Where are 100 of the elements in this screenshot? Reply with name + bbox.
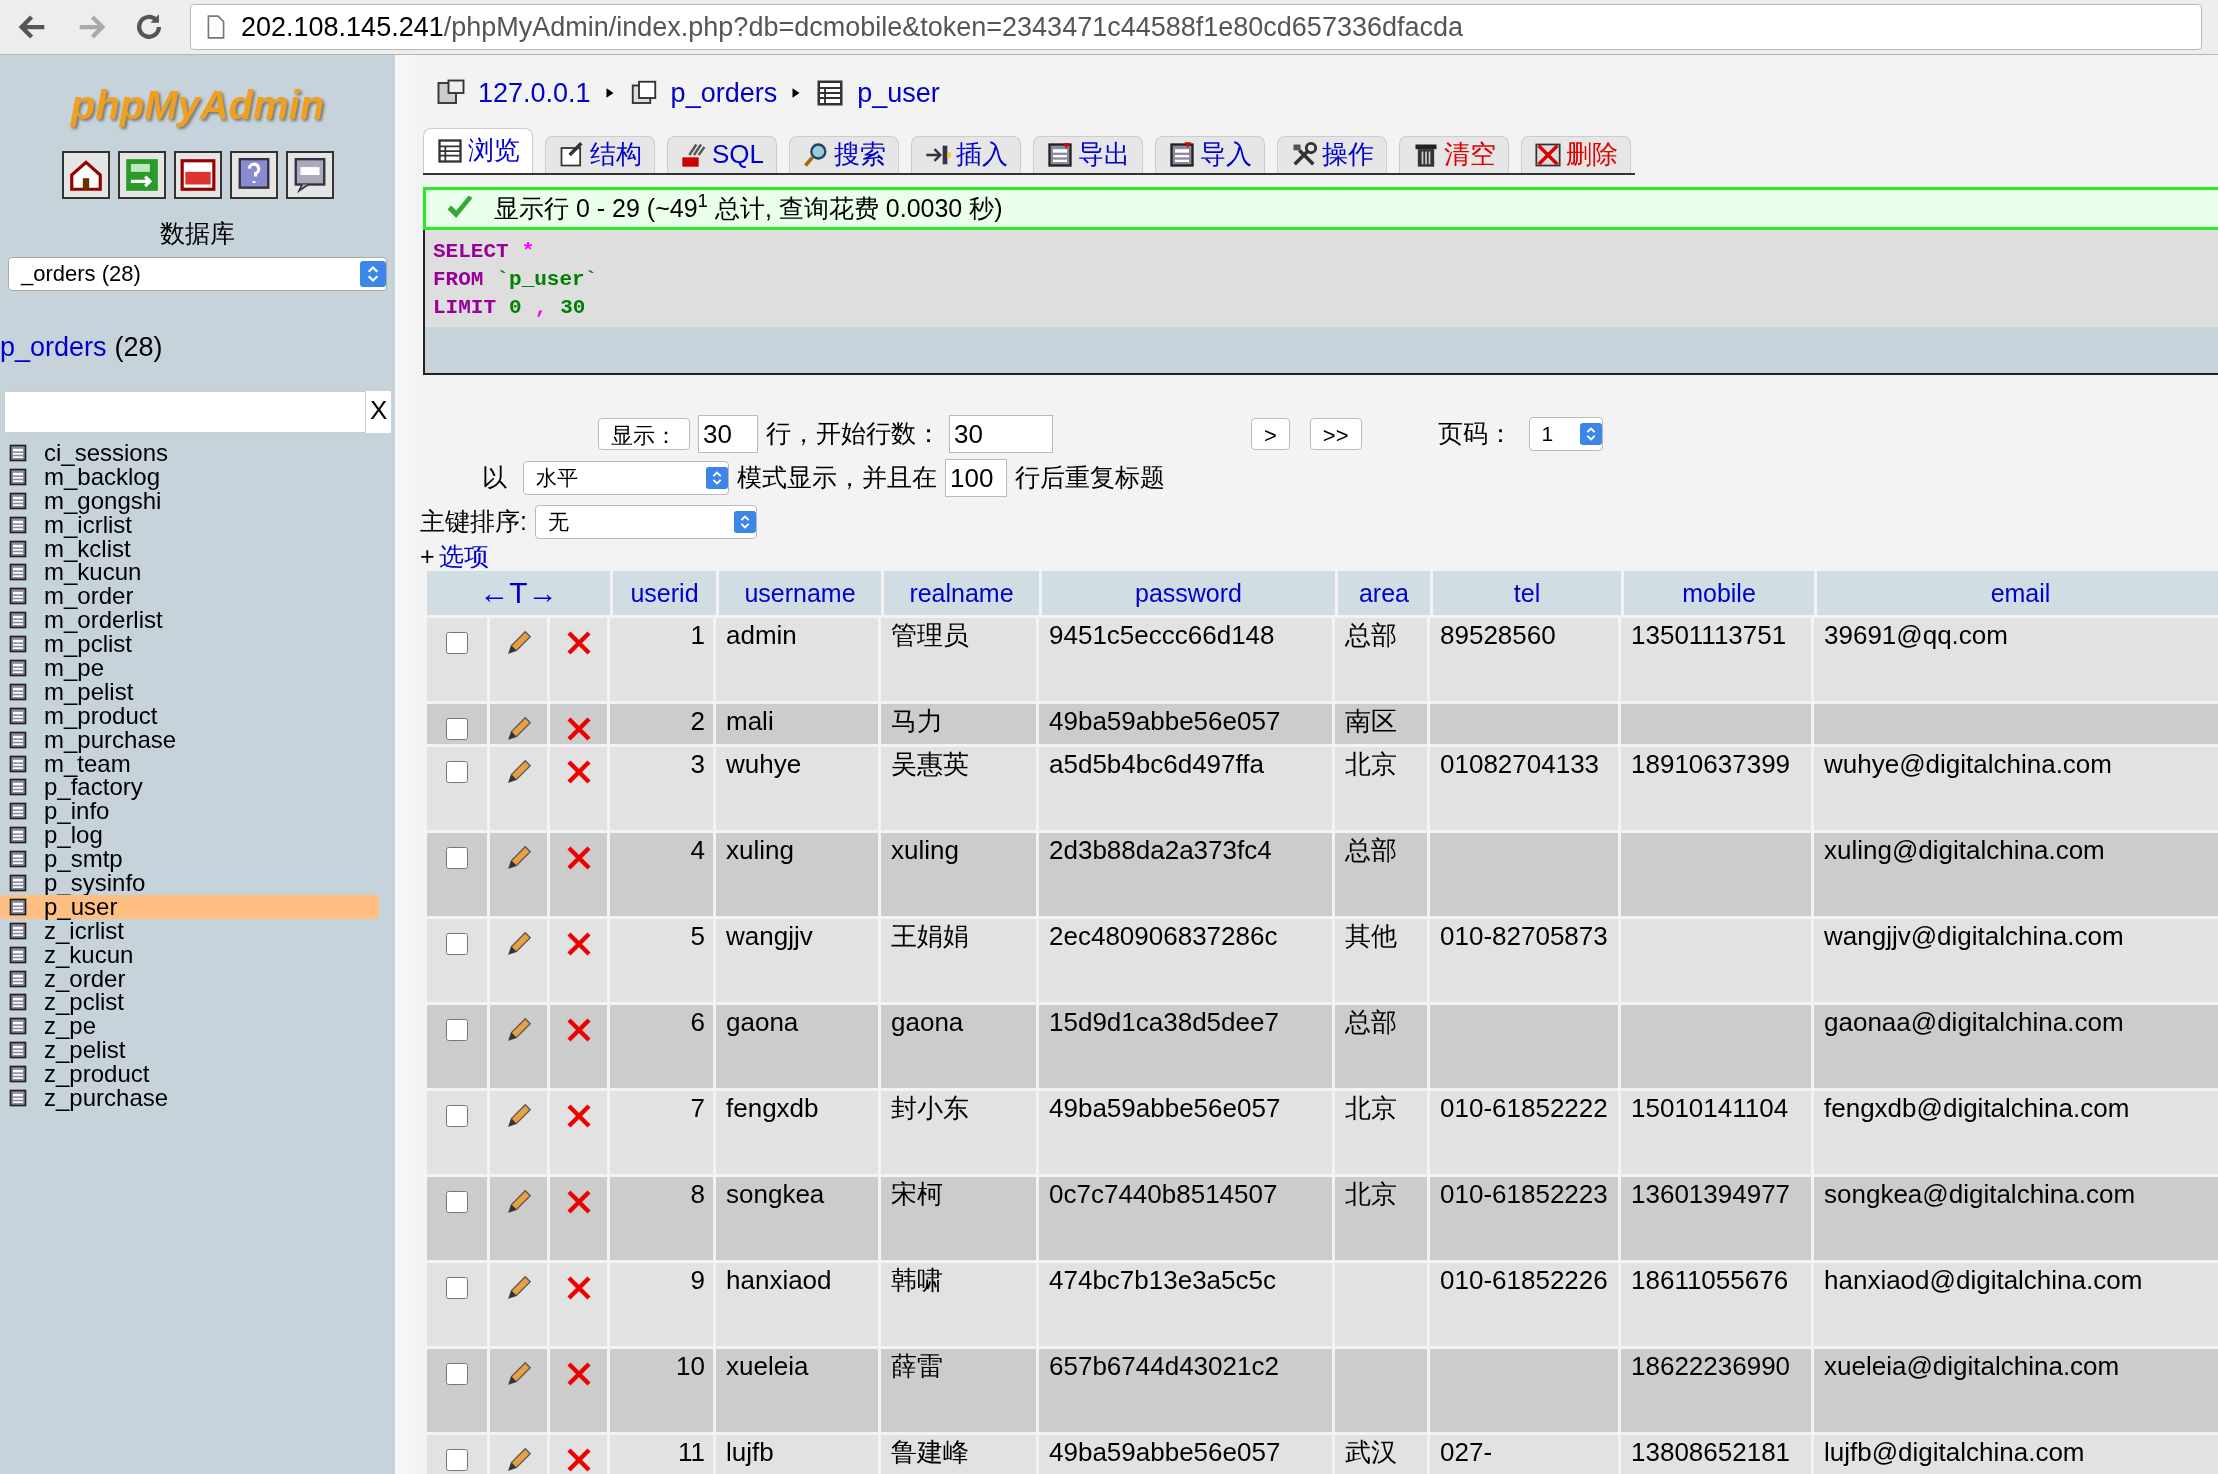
tab[interactable]: 操作: [1277, 135, 1388, 173]
column-header[interactable]: password: [1042, 570, 1335, 615]
table-cell: 2ec480906837286c: [1039, 918, 1332, 1002]
table-cell: admin: [716, 617, 878, 701]
table-list-item[interactable]: z_pclist: [0, 990, 379, 1015]
table-list-item[interactable]: z_pelist: [0, 1038, 379, 1063]
table-icon: [8, 896, 28, 917]
table-list-item[interactable]: p_info: [0, 799, 379, 824]
table-list-item[interactable]: z_kucun: [0, 942, 379, 967]
table-cell: 0c7c7440b8514507: [1039, 1176, 1332, 1260]
row-checkbox[interactable]: [446, 717, 468, 740]
section-label: 数据库: [159, 218, 236, 249]
table-list-item[interactable]: z_purchase: [0, 1086, 379, 1110]
table-list-item[interactable]: m_pclist: [0, 632, 379, 656]
table-list-item[interactable]: m_kucun: [0, 560, 379, 585]
input-field[interactable]: 30: [949, 415, 1053, 453]
column-toggle[interactable]: ←T→: [427, 570, 610, 615]
table-list-item[interactable]: p_factory: [0, 775, 379, 800]
table-cell: songkea: [716, 1176, 878, 1260]
table-list-item[interactable]: z_pe: [0, 1014, 379, 1039]
table-list-item[interactable]: p_log: [0, 823, 379, 848]
row-checkbox[interactable]: [446, 760, 468, 783]
table-cell: gaona: [716, 1004, 878, 1088]
column-header[interactable]: area: [1338, 570, 1430, 615]
database-select[interactable]: _orders (28): [8, 256, 387, 291]
table-list-item[interactable]: m_purchase: [0, 727, 379, 752]
tab[interactable]: 搜索: [789, 135, 900, 173]
row-checkbox[interactable]: [446, 846, 468, 869]
database-link[interactable]: p_orders: [0, 326, 107, 367]
table-list-item[interactable]: p_user: [0, 894, 379, 919]
table-cell: 49ba59abbe56e057: [1039, 703, 1332, 744]
row-checkbox[interactable]: [446, 1190, 468, 1213]
table-list-item[interactable]: m_kclist: [0, 536, 379, 561]
tab[interactable]: 导入: [1155, 135, 1266, 173]
table-list-item[interactable]: m_order: [0, 584, 379, 609]
row-checkbox[interactable]: [446, 1362, 468, 1385]
button[interactable]: 显示：: [598, 418, 690, 450]
column-header[interactable]: userid: [613, 570, 716, 615]
tab[interactable]: SQL: [667, 135, 778, 173]
column-header[interactable]: username: [719, 570, 881, 615]
table-count: (28): [114, 330, 163, 364]
row-checkbox[interactable]: [446, 1104, 468, 1127]
clear-button[interactable]: X: [366, 391, 392, 433]
sql-window-icon: [178, 156, 217, 194]
label-text: 行后重复标题: [1015, 462, 1165, 494]
input-field[interactable]: 30: [698, 415, 758, 453]
tab[interactable]: 导出: [1033, 135, 1144, 173]
message-text: 显示行 0 - 29 (~49$^{1}$ 总计, 查询花费 0.0030 秒): [494, 189, 1003, 224]
table-icon: [8, 634, 28, 655]
table-list-item[interactable]: p_sysinfo: [0, 871, 379, 895]
table-icon: [815, 78, 846, 109]
column-header[interactable]: tel: [1433, 570, 1621, 615]
table-icon: [8, 729, 28, 750]
options-link[interactable]: 选项: [438, 540, 489, 571]
column-header[interactable]: realname: [884, 570, 1039, 615]
tab[interactable]: 结构: [545, 135, 655, 173]
table-icon: [8, 1088, 28, 1108]
table-icon: [8, 466, 28, 487]
page-select[interactable]: 1: [1528, 417, 1603, 451]
tab[interactable]: 删除: [1521, 135, 1632, 173]
input-field[interactable]: 100: [945, 459, 1007, 497]
table-icon: [8, 681, 28, 702]
table-cell: 4: [610, 832, 713, 916]
table-list-item[interactable]: m_pe: [0, 656, 379, 680]
sql-query: SELECT * FROM `p_user` LIMIT 0 , 30: [432, 239, 599, 321]
row-checkbox[interactable]: [446, 932, 468, 955]
table-list-item[interactable]: z_product: [0, 1062, 379, 1087]
row-checkbox[interactable]: [446, 631, 468, 654]
table-list-item[interactable]: p_smtp: [0, 847, 379, 872]
row-checkbox[interactable]: [446, 1276, 468, 1299]
table-list-item[interactable]: m_orderlist: [0, 608, 379, 633]
table-cell: 5: [610, 918, 713, 1002]
breadcrumb-link[interactable]: p_user: [857, 73, 940, 114]
table-list-item[interactable]: ci_sessions: [0, 441, 379, 465]
table-cell: 宋柯: [881, 1176, 1036, 1260]
button[interactable]: >>: [1309, 418, 1362, 450]
table-cell: 7: [610, 1090, 713, 1174]
table-icon: [8, 920, 28, 941]
table-icon: [8, 825, 28, 846]
table-cell: 南区: [1335, 703, 1427, 744]
table-icon: [8, 872, 28, 893]
tab[interactable]: 浏览: [423, 127, 533, 173]
table-list-item[interactable]: m_icrlist: [0, 512, 379, 537]
breadcrumb-link[interactable]: p_orders: [670, 73, 778, 114]
table-cell: 总部: [1335, 832, 1427, 916]
row-checkbox[interactable]: [446, 1448, 468, 1471]
table-cell: 18611055676: [1621, 1262, 1811, 1346]
table-list-item[interactable]: z_order: [0, 966, 379, 991]
column-header[interactable]: mobile: [1624, 570, 1814, 615]
column-header[interactable]: email: [1817, 570, 2218, 615]
button[interactable]: >: [1251, 418, 1290, 450]
row-checkbox[interactable]: [446, 1018, 468, 1041]
sort-select[interactable]: 无: [534, 504, 757, 539]
breadcrumb-link[interactable]: 127.0.0.1: [478, 73, 591, 114]
form-icon: [558, 140, 586, 169]
filter-field[interactable]: [4, 391, 366, 433]
mode-select[interactable]: 水平: [523, 461, 729, 495]
tab[interactable]: 清空: [1399, 135, 1510, 173]
tab[interactable]: 插入: [911, 135, 1022, 173]
address-field[interactable]: 202.108.145.241/phpMyAdmin/index.php?db=dcmobile&token=2343471c44588f1e80cd657336dfacda: [190, 4, 2202, 50]
